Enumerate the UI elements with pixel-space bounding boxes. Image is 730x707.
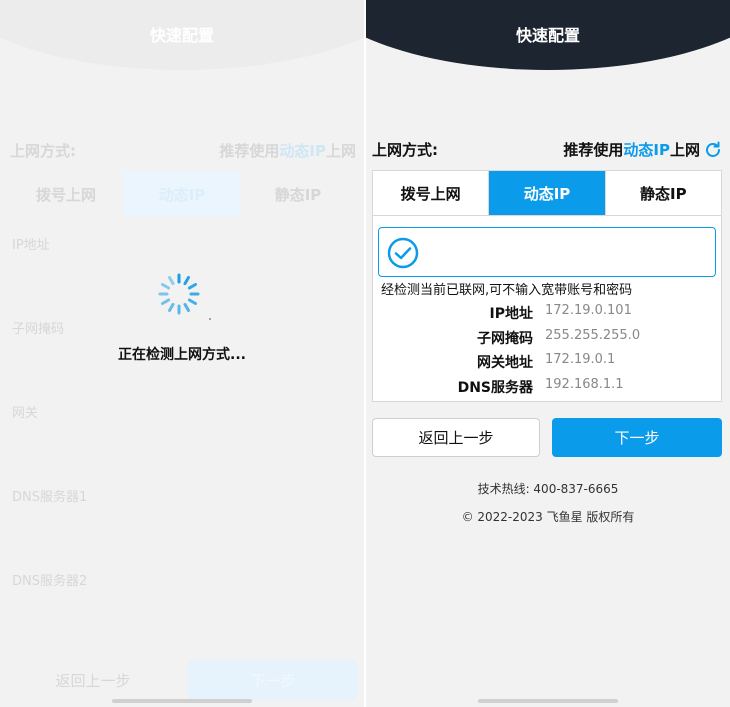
recommend-hint: 推荐使用动态IP上网 [563, 141, 700, 159]
detection-status-box [378, 227, 716, 277]
tab-dynamic-ip: 动态IP [124, 171, 240, 217]
ip-label: IP地址 [489, 306, 533, 322]
loading-dot [209, 318, 211, 320]
dns-label: DNS服务器 [457, 380, 533, 396]
loading-text: 正在检测上网方式... [118, 347, 246, 363]
recommend-hint: 推荐使用动态IP上网 [219, 142, 356, 160]
tab-static-ip: 静态IP [274, 185, 322, 204]
field-dns1-label: DNS服务器1 [12, 490, 88, 505]
back-button: 返回上一步 [55, 671, 131, 690]
connection-label: 上网方式: [10, 142, 76, 160]
next-button[interactable]: 下一步 [552, 418, 722, 457]
home-indicator [112, 699, 252, 703]
ip-value: 172.19.0.101 [545, 303, 632, 318]
gateway-row: 网关地址 172.19.0.1 [373, 352, 721, 374]
detection-notice: 经检测当前已联网,可不输入宽带账号和密码 [381, 283, 633, 298]
tab-dialup: 拨号上网 [35, 185, 96, 204]
dns-value: 192.168.1.1 [545, 377, 624, 392]
next-button: 下一步 [188, 660, 358, 700]
gateway-label: 网关地址 [477, 355, 533, 371]
hotline-text: 技术热线: 400-837-6665 [477, 482, 619, 496]
dns-row: DNS服务器 192.168.1.1 [373, 377, 721, 399]
config-card: 拨号上网 动态IP 静态IP 经检测当前已联网,可不输入宽带账号和密码 IP地址… [372, 170, 722, 402]
tab-dialup[interactable]: 拨号上网 [373, 171, 490, 215]
refresh-icon[interactable] [704, 141, 722, 159]
tab-static-ip[interactable]: 静态IP [606, 171, 721, 215]
page-title: 快速配置 [515, 26, 580, 45]
mask-value: 255.255.255.0 [545, 328, 641, 343]
mask-label: 子网掩码 [477, 331, 533, 347]
mode-tabs: 拨号上网 动态IP 静态IP [373, 171, 721, 216]
back-button[interactable]: 返回上一步 [372, 418, 540, 457]
checkmark-circle-icon [387, 237, 419, 269]
home-indicator [478, 699, 618, 703]
field-mask-label: 子网掩码 [12, 322, 65, 337]
connection-label: 上网方式: [372, 141, 438, 159]
copyright-text: © 2022-2023 飞鱼星 版权所有 [461, 510, 635, 524]
field-ip-label: IP地址 [12, 238, 50, 253]
field-gateway-label: 网关 [12, 406, 39, 421]
mode-tabs: 拨号上网 动态IP 静态IP [8, 171, 356, 217]
loading-screen: 快速配置 上网方式: 推荐使用动态IP上网 拨号上网 动态IP 静态IP IP地… [0, 0, 364, 707]
tab-dynamic-ip[interactable]: 动态IP [489, 171, 606, 215]
spinner-icon [158, 273, 200, 315]
gateway-value: 172.19.0.1 [545, 352, 616, 367]
quick-config-screen: 快速配置 上网方式: 推荐使用动态IP上网 拨号上网 动态IP 静态IP 经检测… [366, 0, 730, 707]
page-title: 快速配置 [149, 26, 214, 45]
field-dns2-label: DNS服务器2 [12, 574, 88, 589]
mask-row: 子网掩码 255.255.255.0 [373, 328, 721, 350]
ip-row: IP地址 172.19.0.101 [373, 303, 721, 325]
